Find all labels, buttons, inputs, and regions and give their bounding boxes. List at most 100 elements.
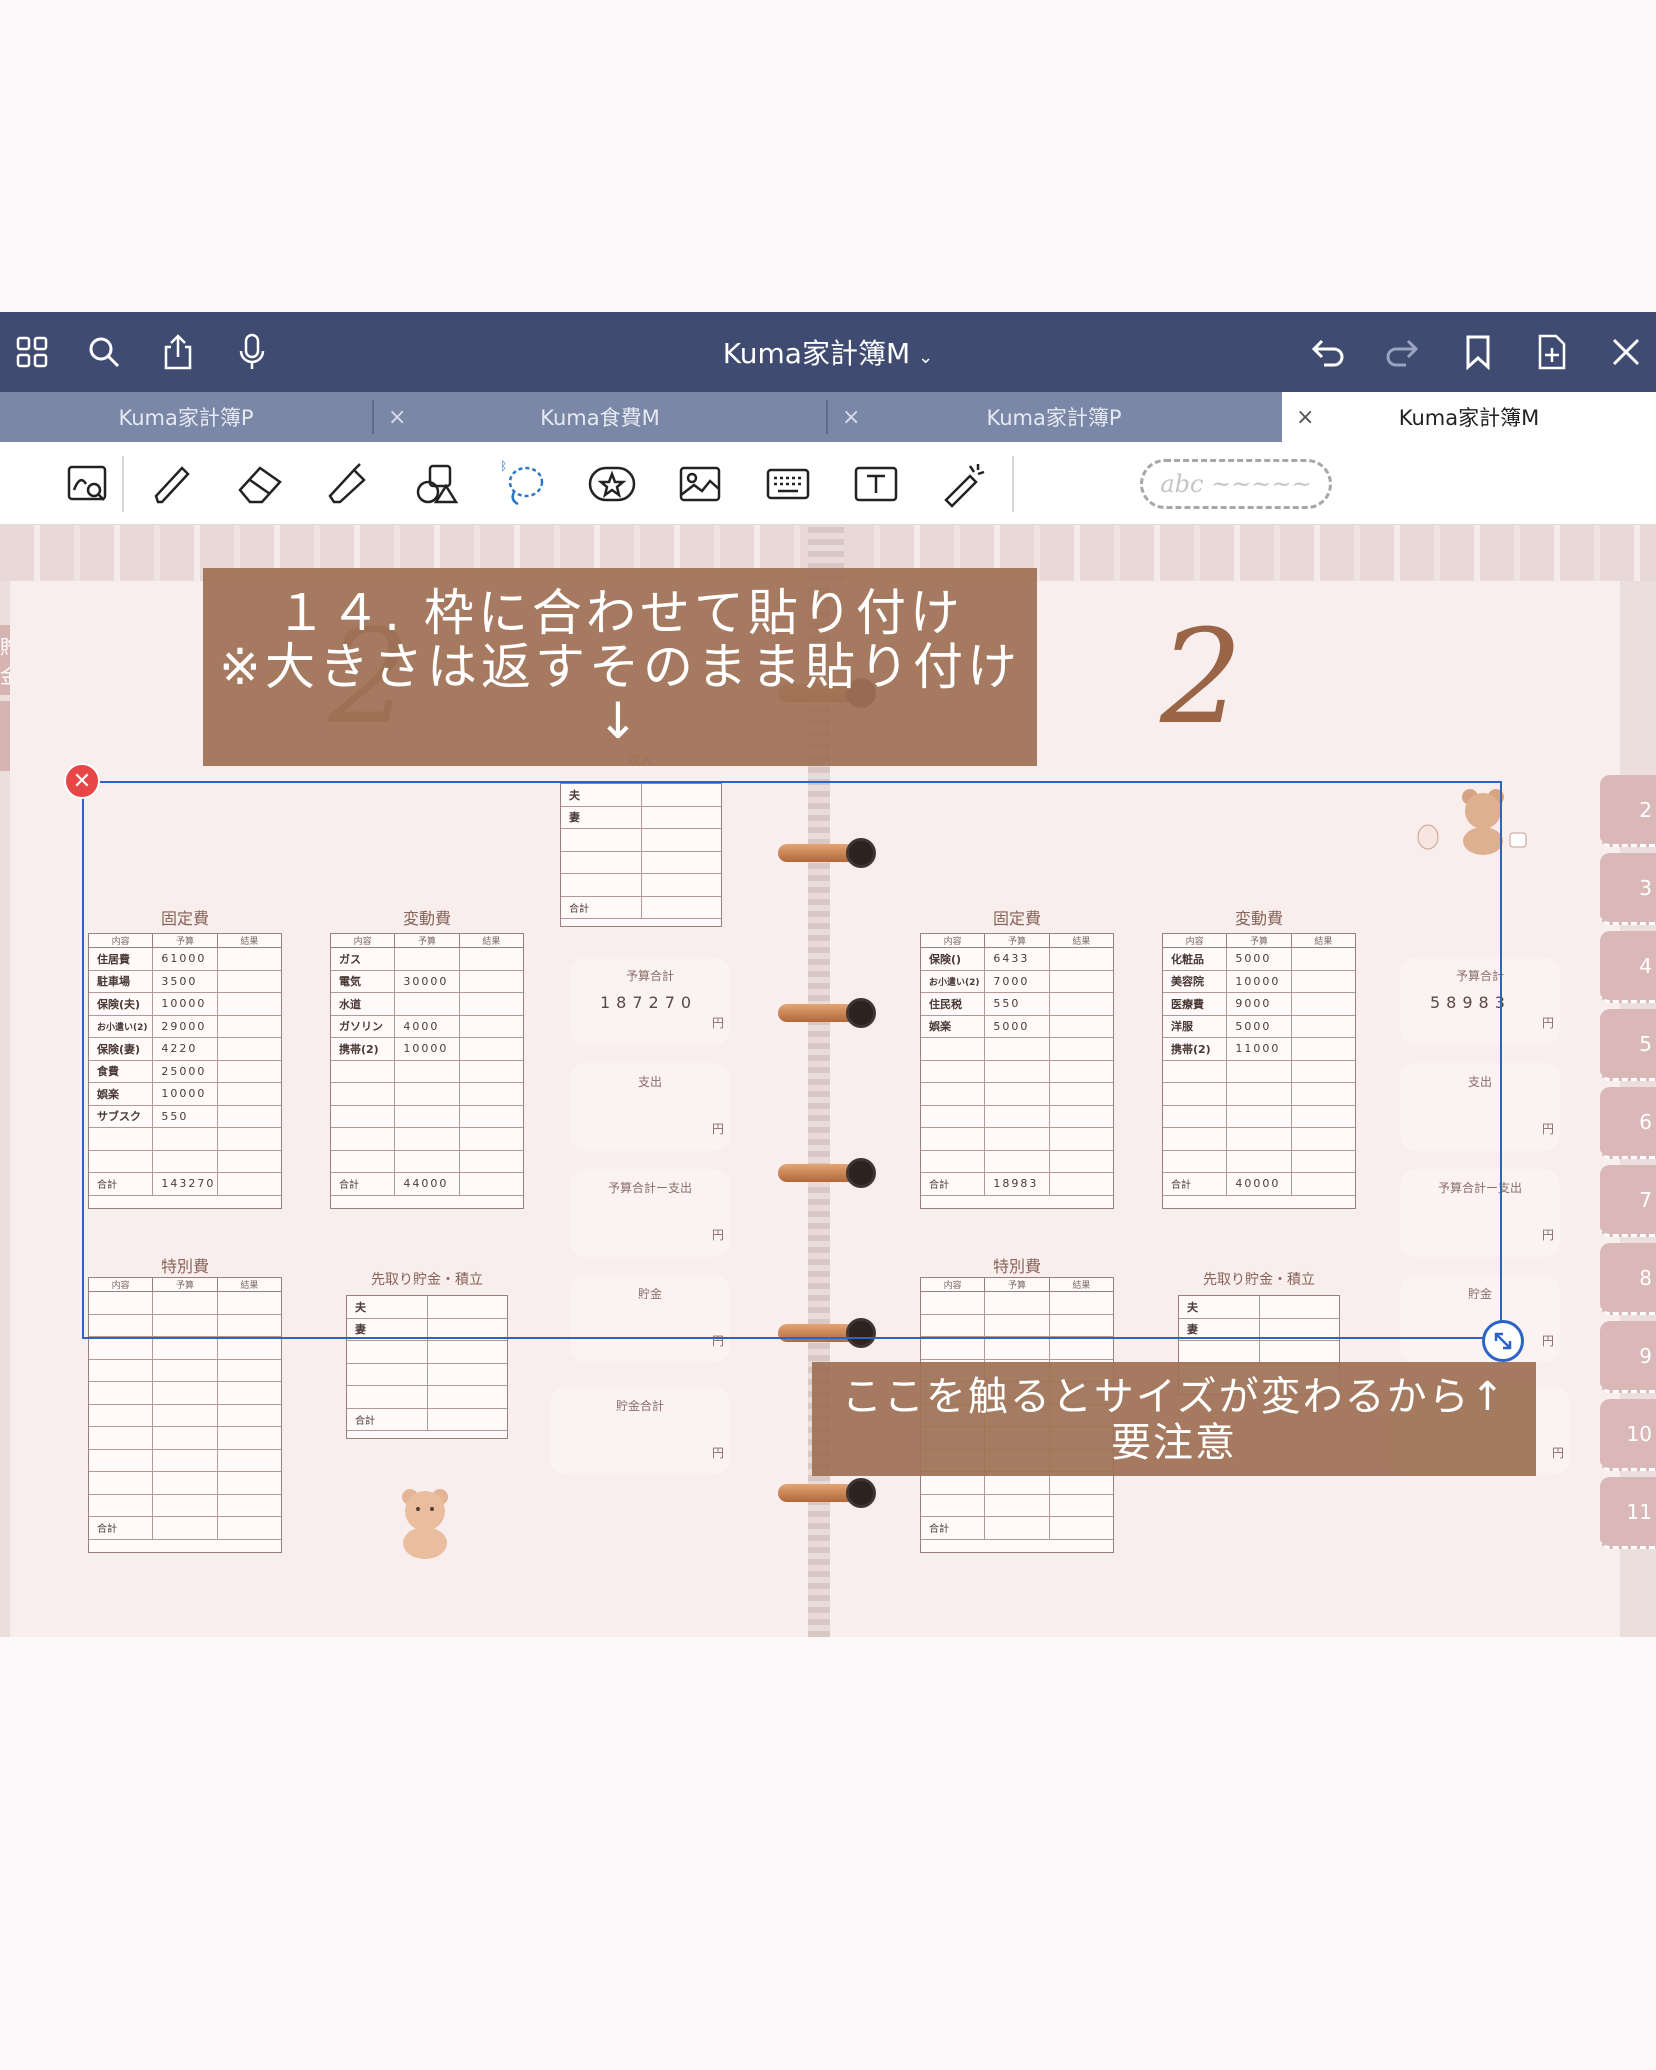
title-bar: Kuma家計簿M ⌄ bbox=[0, 312, 1656, 392]
cell bbox=[347, 1341, 428, 1363]
toolbar-divider bbox=[122, 456, 124, 512]
selection-close-icon[interactable]: ✕ bbox=[64, 763, 100, 799]
cell bbox=[428, 1364, 508, 1386]
cell bbox=[985, 1494, 1050, 1516]
cell bbox=[1179, 1341, 1260, 1363]
total-label: 合計 bbox=[347, 1408, 428, 1430]
cell bbox=[1050, 1495, 1113, 1517]
instruction-line: １４. 枠に合わせて貼り付け bbox=[276, 584, 964, 642]
cell bbox=[1260, 1341, 1340, 1363]
cell bbox=[347, 1386, 428, 1408]
cell bbox=[218, 1337, 281, 1359]
table-row bbox=[347, 1363, 508, 1386]
laser-pointer-icon[interactable] bbox=[936, 458, 992, 510]
month-tab[interactable]: 5 bbox=[1600, 1009, 1656, 1081]
cell bbox=[1050, 1337, 1113, 1359]
total-label: 合計 bbox=[921, 1517, 986, 1539]
page-number: 2 bbox=[1160, 601, 1243, 753]
pen-icon[interactable] bbox=[144, 458, 200, 510]
month-tab[interactable]: 6 bbox=[1600, 1087, 1656, 1159]
month-tab[interactable]: 4 bbox=[1600, 931, 1656, 1003]
cell bbox=[89, 1449, 154, 1471]
table-row bbox=[89, 1337, 281, 1360]
eraser-icon[interactable] bbox=[232, 458, 288, 510]
cell bbox=[921, 1494, 986, 1516]
cell bbox=[218, 1495, 281, 1517]
cell bbox=[89, 1382, 154, 1404]
text-box-icon[interactable] bbox=[848, 458, 904, 510]
month-tab[interactable]: 11 bbox=[1600, 1477, 1656, 1549]
cell bbox=[218, 1472, 281, 1494]
instruction-line: ここを触るとサイズが変わるから↑ bbox=[841, 1374, 1507, 1420]
sticker-icon[interactable] bbox=[584, 458, 640, 510]
cell bbox=[89, 1337, 154, 1359]
table-total-row: 合計 bbox=[921, 1517, 1113, 1540]
month-tab[interactable]: 2 bbox=[1600, 775, 1656, 847]
cell bbox=[89, 1472, 154, 1494]
month-tab[interactable]: 7 bbox=[1600, 1165, 1656, 1237]
total-label: 合計 bbox=[89, 1517, 154, 1539]
instruction-banner-bottom: ここを触るとサイズが変わるから↑ 要注意 bbox=[812, 1362, 1536, 1476]
yen-unit: 円 bbox=[1541, 1334, 1554, 1348]
tab-kuma-kakeibo-m[interactable]: × Kuma家計簿M bbox=[1282, 392, 1656, 442]
table-row bbox=[921, 1494, 1113, 1517]
cell bbox=[153, 1382, 218, 1404]
tab-kuma-kakeibo-p-2[interactable]: × Kuma家計簿P bbox=[828, 392, 1280, 442]
highlighter-icon[interactable] bbox=[320, 458, 376, 510]
resize-handle-icon[interactable] bbox=[1482, 1320, 1524, 1362]
lasso-selection-box[interactable] bbox=[82, 781, 1502, 1339]
tab-label: Kuma食費M bbox=[540, 406, 660, 430]
cell bbox=[218, 1360, 281, 1382]
bookmark-icon[interactable] bbox=[1456, 330, 1500, 374]
table-row bbox=[347, 1341, 507, 1364]
table-row bbox=[89, 1427, 281, 1450]
keyboard-icon[interactable] bbox=[760, 458, 816, 510]
cell bbox=[153, 1449, 218, 1471]
cell bbox=[153, 1427, 218, 1449]
instruction-line: ※大きさは返すそのまま貼り付け bbox=[219, 638, 1021, 696]
text-style-preview[interactable]: abc ~~~~~ bbox=[1140, 459, 1332, 509]
cell bbox=[153, 1404, 218, 1426]
table-row bbox=[1179, 1341, 1339, 1364]
month-tab[interactable]: 8 bbox=[1600, 1243, 1656, 1315]
cell bbox=[89, 1494, 154, 1516]
instruction-banner-top: １４. 枠に合わせて貼り付け ※大きさは返すそのまま貼り付け ↓ bbox=[203, 568, 1037, 766]
summary-caption: 貯金合計 bbox=[615, 1399, 664, 1413]
cell bbox=[89, 1404, 154, 1426]
collapse-icon[interactable] bbox=[1604, 330, 1648, 374]
yen-unit: 円 bbox=[1541, 1228, 1554, 1242]
cell bbox=[218, 1405, 281, 1427]
table-row bbox=[89, 1404, 281, 1427]
table-row bbox=[89, 1494, 281, 1517]
month-tab[interactable]: 3 bbox=[1600, 853, 1656, 925]
yen-unit: 円 bbox=[1551, 1446, 1564, 1460]
yen-unit: 円 bbox=[711, 1446, 724, 1460]
cell bbox=[428, 1409, 508, 1431]
tab-kuma-kakeibo-p-1[interactable]: Kuma家計簿P bbox=[0, 392, 372, 442]
add-page-icon[interactable] bbox=[1530, 330, 1574, 374]
app-screen: Kuma家計簿M ⌄ Kuma家計簿P × Kuma食費M × Kuma家計簿P… bbox=[0, 0, 1656, 2070]
tab-kuma-shokuhi-m[interactable]: × Kuma食費M bbox=[374, 392, 826, 442]
chevron-down-icon: ⌄ bbox=[918, 347, 934, 368]
lasso-icon[interactable]: ᛒ bbox=[496, 458, 552, 510]
drawing-toolbar: ᛒ abc ~~~~~ bbox=[0, 442, 1656, 525]
image-icon[interactable] bbox=[672, 458, 728, 510]
cell bbox=[153, 1472, 218, 1494]
cell bbox=[218, 1517, 281, 1539]
month-tab[interactable]: 9 bbox=[1600, 1321, 1656, 1393]
undo-icon[interactable] bbox=[1306, 330, 1350, 374]
cell bbox=[985, 1337, 1050, 1359]
tab-label: Kuma家計簿M bbox=[1398, 406, 1540, 430]
shapes-icon[interactable] bbox=[408, 458, 464, 510]
toolbar-divider bbox=[1012, 456, 1014, 512]
cell bbox=[985, 1517, 1050, 1539]
redo-icon[interactable] bbox=[1380, 330, 1424, 374]
tab-label: Kuma家計簿P bbox=[118, 406, 254, 430]
cell bbox=[428, 1341, 508, 1363]
cell bbox=[153, 1494, 218, 1516]
yen-unit: 円 bbox=[1541, 1016, 1554, 1030]
down-arrow: ↓ bbox=[597, 692, 643, 750]
zoom-window-icon[interactable] bbox=[60, 458, 116, 510]
cell bbox=[921, 1337, 986, 1359]
month-tab[interactable]: 10 bbox=[1600, 1399, 1656, 1471]
